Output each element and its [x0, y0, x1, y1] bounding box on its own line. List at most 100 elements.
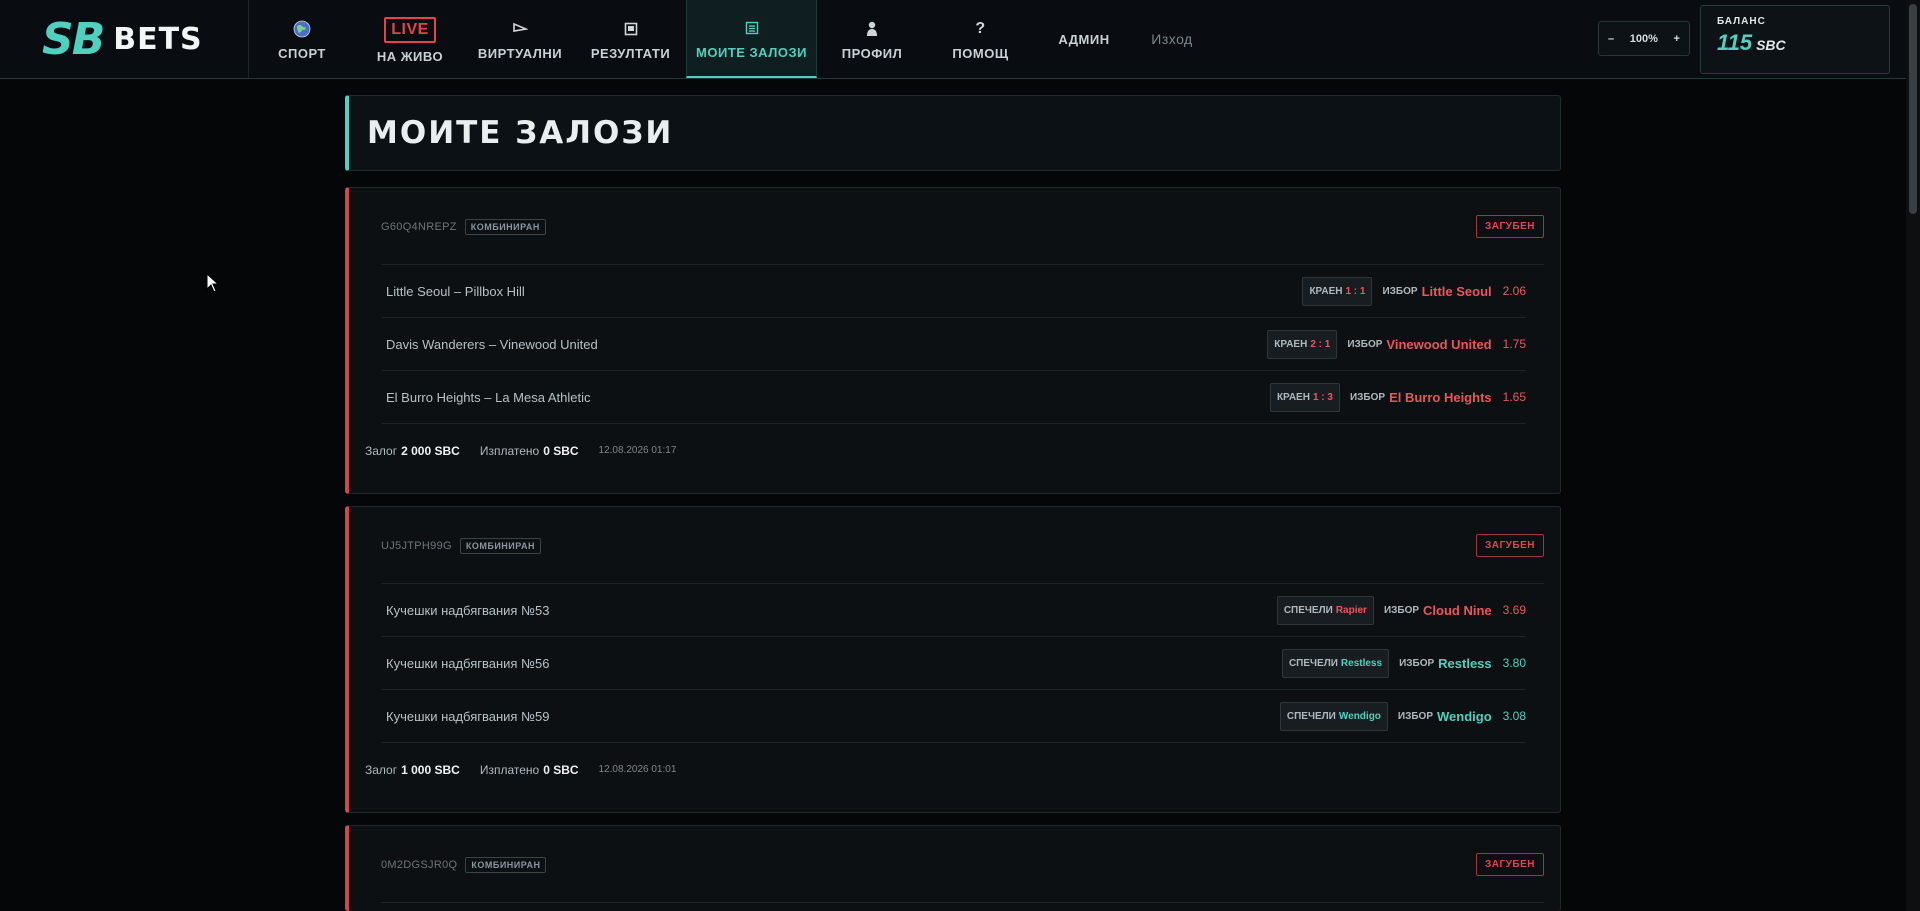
- bet-id: UJ5JTPH99G: [381, 540, 452, 552]
- result-label: КРАЕН: [1274, 338, 1308, 350]
- bet-header: 0M2DGSJR0Q КОМБИНИРАН ЗАГУБЕН: [381, 826, 1544, 903]
- bet-leg: El Burro Heights – La Mesa Athletic КРАЕ…: [382, 371, 1526, 424]
- scrollbar-thumb[interactable]: [1909, 4, 1917, 214]
- balance-value: 115 SBC: [1717, 30, 1873, 56]
- mouse-cursor-icon: [206, 273, 220, 293]
- main-nav: СПОРТ LIVE НА ЖИВО ВИРТУАЛНИ РЕЗУЛТАТИ М…: [249, 0, 1210, 78]
- balance-currency: SBC: [1756, 37, 1786, 53]
- result-label: СПЕЧЕЛИ: [1288, 657, 1338, 669]
- odds: 2.06: [1502, 284, 1526, 298]
- nav-profile-label: ПРОФИЛ: [841, 45, 903, 61]
- nav-results-label: РЕЗУЛТАТИ: [590, 45, 671, 61]
- bet-id: 0M2DGSJR0Q: [381, 859, 458, 871]
- odds: 3.80: [1502, 656, 1526, 670]
- result-label: СПЕЧЕЛИ: [1283, 604, 1333, 616]
- leg-event: El Burro Heights – La Mesa Athletic: [386, 389, 591, 405]
- paid-label: Изплатено: [479, 443, 540, 458]
- nav-sport[interactable]: СПОРТ: [249, 0, 355, 78]
- live-badge-text: LIVE: [384, 16, 436, 43]
- status-badge: ЗАГУБЕН: [1476, 214, 1544, 238]
- leg-event: Кучешки надбягвания №56: [386, 655, 550, 671]
- logo-sb: SB: [42, 13, 105, 65]
- leg-event: Кучешки надбягвания №53: [386, 602, 550, 618]
- result-badge: СПЕЧЕЛИ Rapier: [1276, 595, 1374, 625]
- bet-card: UJ5JTPH99G КОМБИНИРАН ЗАГУБЕН Кучешки над…: [345, 506, 1561, 813]
- nav-results[interactable]: РЕЗУЛТАТИ: [575, 0, 686, 78]
- bet-leg: Кучешки надбягвания №59 СПЕЧЕЛИ Wendigo И…: [382, 690, 1526, 743]
- nav-my-bets-label: МОИТЕ ЗАЛОЗИ: [696, 44, 807, 60]
- stake-value: 1 000 SBC: [401, 762, 460, 777]
- zoom-in-button[interactable]: +: [1674, 33, 1680, 45]
- pick-label: ИЗБОР: [1399, 657, 1435, 669]
- page-scrollbar[interactable]: [1906, 0, 1920, 911]
- nav-virtual-label: ВИРТУАЛНИ: [477, 45, 563, 61]
- logo-bets: BETS: [113, 21, 203, 57]
- zoom-control: – 100% +: [1598, 21, 1690, 56]
- result-value: 1 : 3: [1312, 391, 1333, 403]
- bet-header: UJ5JTPH99G КОМБИНИРАН ЗАГУБЕН: [381, 507, 1544, 584]
- list-icon: [745, 17, 759, 39]
- live-badge: LIVE: [384, 15, 436, 45]
- page-title-box: МОИТЕ ЗАЛОЗИ: [345, 95, 1561, 171]
- bet-datetime: 12.08.2026 01:17: [598, 445, 677, 456]
- nav-profile[interactable]: ПРОФИЛ: [817, 0, 927, 78]
- balance-amount: 115: [1717, 30, 1753, 55]
- result-badge: СПЕЧЕЛИ Wendigo: [1279, 701, 1388, 731]
- result-label: СПЕЧЕЛИ: [1286, 710, 1336, 722]
- bet-leg: Кучешки надбягвания №56 СПЕЧЕЛИ Restless …: [382, 637, 1526, 690]
- bet-card: G60Q4NREPZ КОМБИНИРАН ЗАГУБЕН Little Seou…: [345, 187, 1561, 494]
- stake-label: Залог: [365, 443, 398, 458]
- status-badge: ЗАГУБЕН: [1476, 533, 1544, 557]
- result-value: Rapier: [1335, 604, 1367, 616]
- nav-help-label: ПОМОЩ: [952, 45, 1009, 61]
- bet-header: G60Q4NREPZ КОМБИНИРАН ЗАГУБЕН: [381, 188, 1544, 265]
- result-label: КРАЕН: [1309, 285, 1343, 297]
- result-badge: КРАЕН 1 : 3: [1269, 382, 1340, 412]
- pick-label: ИЗБОР: [1349, 391, 1386, 403]
- pick-label: ИЗБОР: [1347, 338, 1383, 350]
- paid-value: 0 SBC: [543, 443, 579, 458]
- bet-type-badge: КОМБИНИРАН: [459, 538, 541, 554]
- pick-value: Wendigo: [1437, 708, 1492, 724]
- balance-label: БАЛАНС: [1717, 16, 1766, 27]
- zoom-out-button[interactable]: –: [1608, 33, 1614, 45]
- logo[interactable]: SB BETS: [0, 0, 249, 78]
- globe-icon: [293, 18, 311, 40]
- results-icon: [624, 18, 638, 40]
- leg-event: Davis Wanderers – Vinewood United: [386, 336, 598, 352]
- result-badge: КРАЕН 2 : 1: [1267, 329, 1338, 359]
- bet-type-badge: КОМБИНИРАН: [465, 857, 547, 873]
- nav-admin[interactable]: АДМИН: [1034, 0, 1134, 78]
- pick-value: Vinewood United: [1386, 336, 1492, 352]
- nav-logout[interactable]: Изход: [1134, 0, 1210, 78]
- user-icon: [866, 18, 878, 40]
- bet-leg: Little Seoul – Pillbox Hill КРАЕН 1 : 1 И…: [382, 265, 1526, 318]
- result-label: КРАЕН: [1276, 391, 1310, 403]
- bet-type-badge: КОМБИНИРАН: [464, 219, 546, 235]
- nav-help[interactable]: ? ПОМОЩ: [927, 0, 1034, 78]
- pick-label: ИЗБОР: [1382, 285, 1418, 297]
- bet-footer: Залог 2 000 SBC Изплатено 0 SBC 12.08.2026…: [349, 424, 1560, 477]
- nav-my-bets[interactable]: МОИТЕ ЗАЛОЗИ: [686, 0, 817, 78]
- odds: 3.69: [1502, 603, 1526, 617]
- leg-event: Little Seoul – Pillbox Hill: [386, 283, 525, 299]
- page-title: МОИТЕ ЗАЛОЗИ: [367, 115, 674, 151]
- result-badge: СПЕЧЕЛИ Restless: [1281, 648, 1390, 678]
- leg-event: Кучешки надбягвания №59: [386, 708, 550, 724]
- nav-live[interactable]: LIVE НА ЖИВО: [355, 0, 465, 78]
- bet-footer: Залог 1 000 SBC Изплатено 0 SBC 12.08.2026…: [349, 743, 1560, 796]
- zoom-level: 100%: [1629, 32, 1658, 45]
- nav-live-label: НА ЖИВО: [376, 48, 444, 64]
- flag-icon: [512, 18, 528, 40]
- pick-value: Little Seoul: [1421, 283, 1492, 299]
- paid-label: Изплатено: [479, 762, 540, 777]
- stake-label: Залог: [365, 762, 398, 777]
- bet-id: G60Q4NREPZ: [381, 221, 457, 233]
- pick-value: Cloud Nine: [1423, 602, 1492, 618]
- odds: 1.65: [1502, 390, 1526, 404]
- result-badge: КРАЕН 1 : 1: [1302, 276, 1373, 306]
- nav-virtual[interactable]: ВИРТУАЛНИ: [465, 0, 575, 78]
- paid-value: 0 SBC: [543, 762, 579, 777]
- status-badge: ЗАГУБЕН: [1476, 852, 1544, 876]
- pick-label: ИЗБОР: [1397, 710, 1433, 722]
